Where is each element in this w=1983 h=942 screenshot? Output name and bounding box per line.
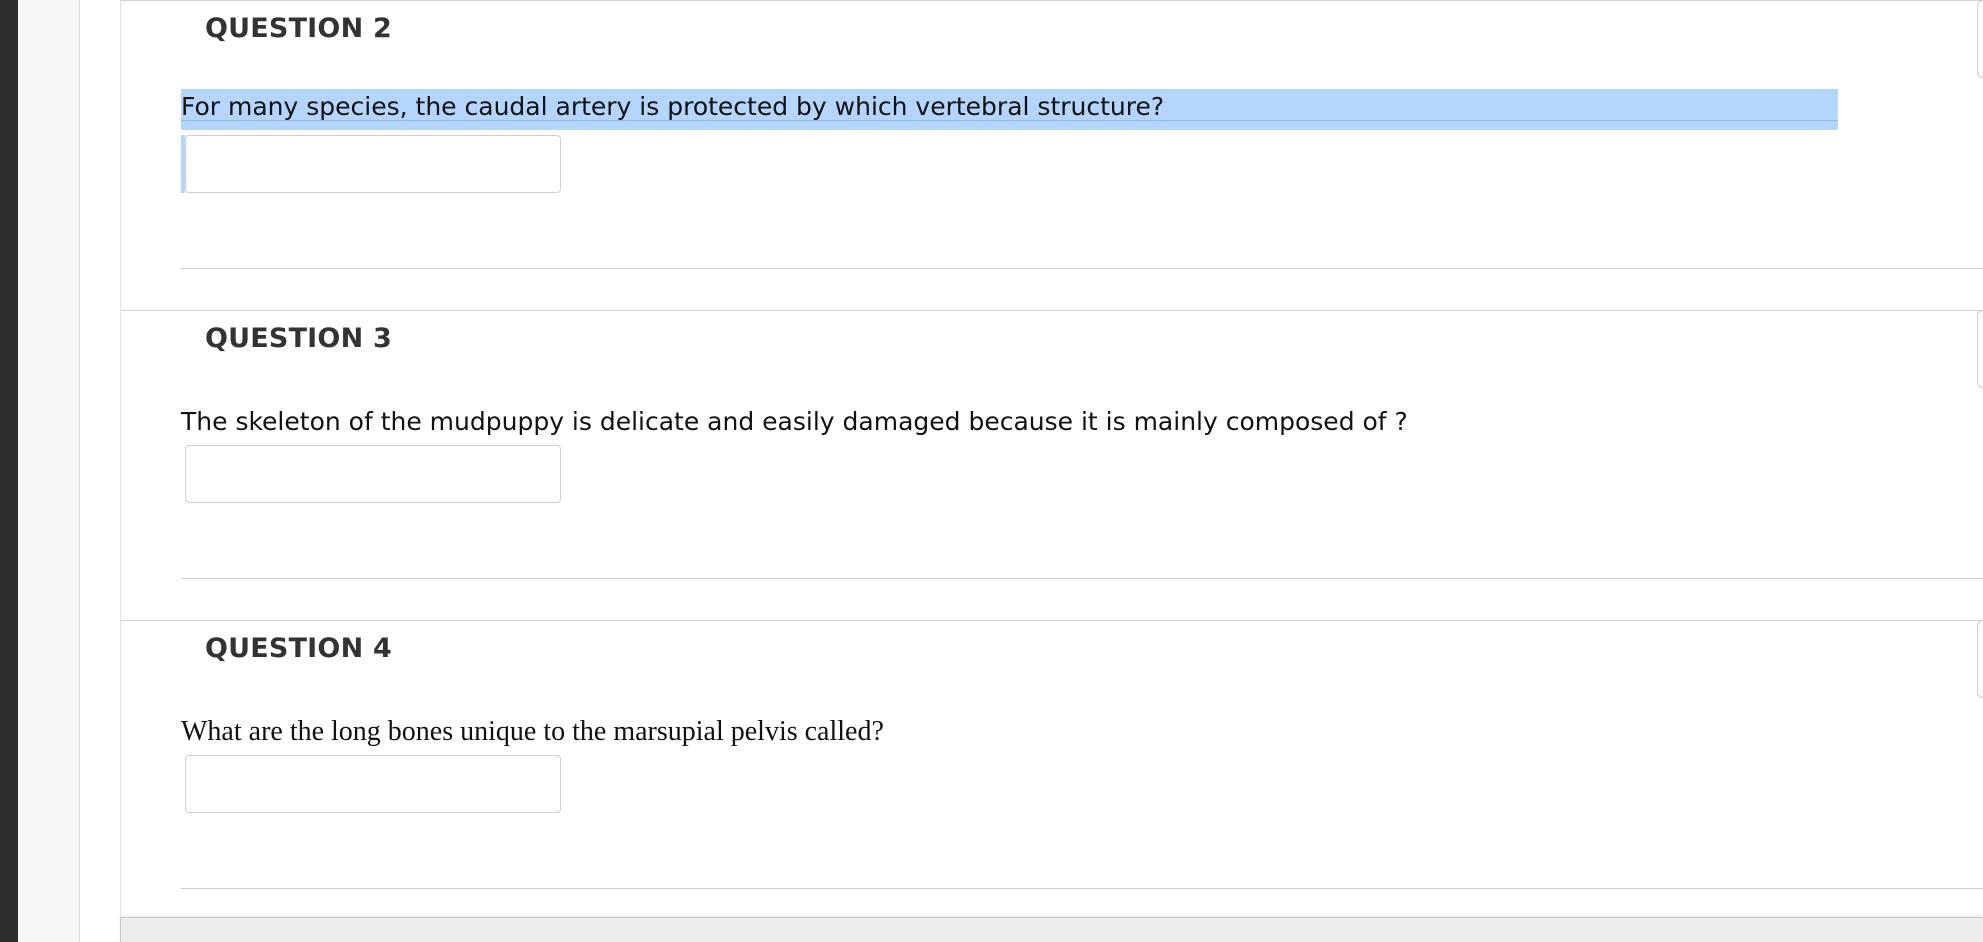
question-block-3: QUESTION 3 The skeleton of the mudpuppy … [120,310,1983,621]
answer-input[interactable] [185,755,561,813]
answer-input[interactable] [185,135,561,193]
question-edge-tab [1977,310,1983,388]
question-text: The skeleton of the mudpuppy is delicate… [181,407,1408,436]
question-divider [181,888,1983,889]
question-block-4: QUESTION 4 What are the long bones uniqu… [120,620,1983,931]
question-heading: QUESTION 4 [205,633,392,664]
question-block-2: QUESTION 2 For many species, the caudal … [120,0,1983,311]
question-text: What are the long bones unique to the ma… [181,716,884,747]
answer-input[interactable] [185,445,561,503]
question-edge-tab [1977,620,1983,698]
left-gutter [18,0,80,942]
question-text: For many species, the caudal artery is p… [181,92,1165,121]
question-divider [181,578,1983,579]
question-heading: QUESTION 3 [205,323,392,354]
question-edge-tab [1977,0,1983,78]
question-divider [181,268,1983,269]
left-dark-bar [0,0,18,942]
question-heading: QUESTION 2 [205,13,392,44]
footer-bar [120,917,1983,942]
